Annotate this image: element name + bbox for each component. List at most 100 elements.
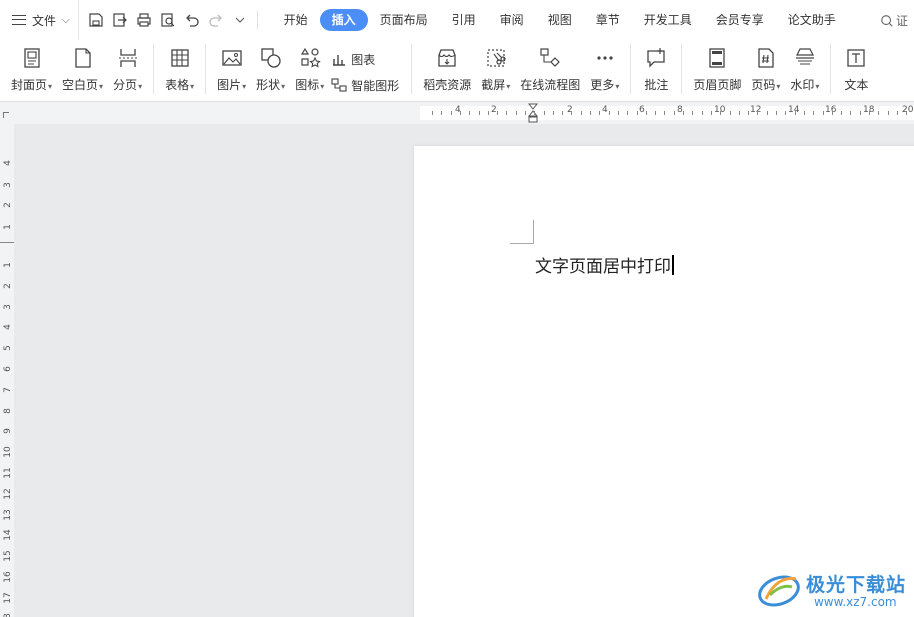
online-flowchart-button[interactable]: 在线流程图 <box>515 44 585 100</box>
cover-page-icon <box>18 44 46 72</box>
table-button[interactable]: 表格▾ <box>160 44 199 100</box>
ruler-tick <box>655 111 656 115</box>
online-flowchart-label: 在线流程图 <box>520 78 581 92</box>
ruler-tick <box>664 111 665 115</box>
ruler-label: 2 <box>491 105 497 115</box>
ruler-tick <box>832 111 833 115</box>
chart-button[interactable]: 图表 <box>331 48 399 70</box>
more-button[interactable]: 更多▾ <box>585 44 624 100</box>
ruler-tick <box>683 111 684 115</box>
search-icon <box>881 14 893 27</box>
ruler-tick <box>460 111 461 115</box>
ruler-tick <box>841 111 842 115</box>
cover-page-label: 封面页 <box>11 78 48 92</box>
insert-ribbon: 封面页▾ 空白页▾ 分页▾ 表格▾ 图片▾ 形状▾ 图标▾ 图表 智能图形 稻壳… <box>0 40 914 102</box>
ruler-label: 3 <box>3 303 13 310</box>
ruler-tick <box>711 111 712 115</box>
tab-8[interactable]: 会员专享 <box>704 9 776 31</box>
tab-9[interactable]: 论文助手 <box>776 9 848 31</box>
ruler-label: 10 <box>3 446 13 458</box>
chart-label: 图表 <box>351 52 376 67</box>
page-break-icon <box>114 44 142 72</box>
ruler-tick <box>488 111 489 115</box>
icons-icon <box>296 44 324 72</box>
tab-4[interactable]: 审阅 <box>488 9 536 31</box>
ribbon-divider <box>830 44 832 94</box>
ruler-margin-divider <box>0 242 14 243</box>
export-pdf-icon[interactable] <box>109 9 131 31</box>
tab-1[interactable]: 插入 <box>319 9 368 31</box>
page-break-button[interactable]: 分页▾ <box>108 44 147 100</box>
search-button[interactable]: 证 <box>880 12 908 29</box>
horizontal-ruler[interactable]: 4 2 2 4 6 8 10 12 14 16 18 20 <box>0 102 914 124</box>
ruler-tick <box>795 111 796 115</box>
icon-library-button[interactable]: 图标▾ <box>290 44 329 100</box>
watermark-button[interactable]: 水印▾ <box>785 44 824 100</box>
undo-icon[interactable] <box>181 9 203 31</box>
ruler-tick <box>878 111 879 115</box>
print-icon[interactable] <box>133 9 155 31</box>
tab-0[interactable]: 开始 <box>272 9 320 31</box>
document-body-text[interactable]: 文字页面居中打印 <box>535 252 674 277</box>
ruler-tick <box>516 111 517 115</box>
screenshot-button[interactable]: 截屏▾ <box>476 44 515 100</box>
site-url: www.xz7.com <box>813 594 897 609</box>
ruler-tick <box>720 111 721 115</box>
tab-3[interactable]: 引用 <box>440 9 488 31</box>
resources-group: 稻壳资源 截屏▾ 在线流程图 更多▾ <box>418 40 624 101</box>
blank-page-button[interactable]: 空白页▾ <box>57 44 108 100</box>
document-page[interactable]: 文字页面居中打印 <box>414 146 914 617</box>
save-icon[interactable] <box>85 9 107 31</box>
ruler-tick <box>506 111 507 115</box>
header-footer-button[interactable]: 页眉页脚 <box>688 44 746 100</box>
docer-resources-button[interactable]: 稻壳资源 <box>418 44 476 100</box>
vertical-ruler[interactable]: 4321123456789101112131415161718 <box>0 124 14 617</box>
cover-page-button[interactable]: 封面页▾ <box>6 44 57 100</box>
page-number-button[interactable]: 页码▾ <box>746 44 785 100</box>
ruler-label: 20 <box>902 105 914 115</box>
tab-6[interactable]: 章节 <box>584 9 632 31</box>
ruler-tick <box>702 111 703 115</box>
blank-page-icon <box>69 44 97 72</box>
ruler-tick <box>823 111 824 115</box>
ribbon-divider <box>681 44 683 94</box>
smart-art-button[interactable]: 智能图形 <box>331 74 399 96</box>
ruler-label: 16 <box>3 571 13 583</box>
picture-button[interactable]: 图片▾ <box>212 44 251 100</box>
tab-5[interactable]: 视图 <box>536 9 584 31</box>
document-paragraph[interactable]: 文字页面居中打印 <box>535 257 671 277</box>
text-group: 文本 <box>837 40 875 101</box>
ruler-label: 18 <box>3 613 13 617</box>
tab-7[interactable]: 开发工具 <box>632 9 704 31</box>
textbox-button[interactable]: 文本 <box>837 44 875 100</box>
document-canvas[interactable]: 文字页面居中打印 <box>14 124 914 617</box>
shape-label: 形状 <box>256 78 281 92</box>
ruler-tick <box>441 111 442 115</box>
customize-toolbar-icon[interactable] <box>229 9 251 31</box>
ruler-tick <box>692 111 693 115</box>
ruler-tick <box>627 111 628 115</box>
shape-button[interactable]: 形状▾ <box>251 44 290 100</box>
file-menu-button[interactable]: 文件 ⌵ <box>0 0 78 40</box>
ruler-tick <box>525 111 526 115</box>
margin-corner-mark <box>510 220 534 244</box>
shape-icon <box>257 44 285 72</box>
tab-2[interactable]: 页面布局 <box>368 9 440 31</box>
print-preview-icon[interactable] <box>157 9 179 31</box>
ruler-tick <box>479 111 480 115</box>
comment-button[interactable]: 批注 <box>637 44 675 100</box>
ruler-label: 12 <box>750 105 762 115</box>
redo-icon[interactable] <box>205 9 227 31</box>
page-break-label: 分页 <box>113 78 138 92</box>
screenshot-label: 截屏 <box>481 78 506 92</box>
ruler-tick <box>609 111 610 115</box>
ruler-label: 13 <box>3 508 13 521</box>
more-dots-icon <box>591 44 619 72</box>
indent-marker-icon[interactable] <box>528 103 538 123</box>
ruler-tick <box>590 111 591 115</box>
watermark-icon <box>791 44 819 72</box>
picture-icon <box>218 44 246 72</box>
docer-store-icon <box>433 44 461 72</box>
text-caret <box>672 255 674 275</box>
tab-stop-selector[interactable] <box>3 112 9 118</box>
